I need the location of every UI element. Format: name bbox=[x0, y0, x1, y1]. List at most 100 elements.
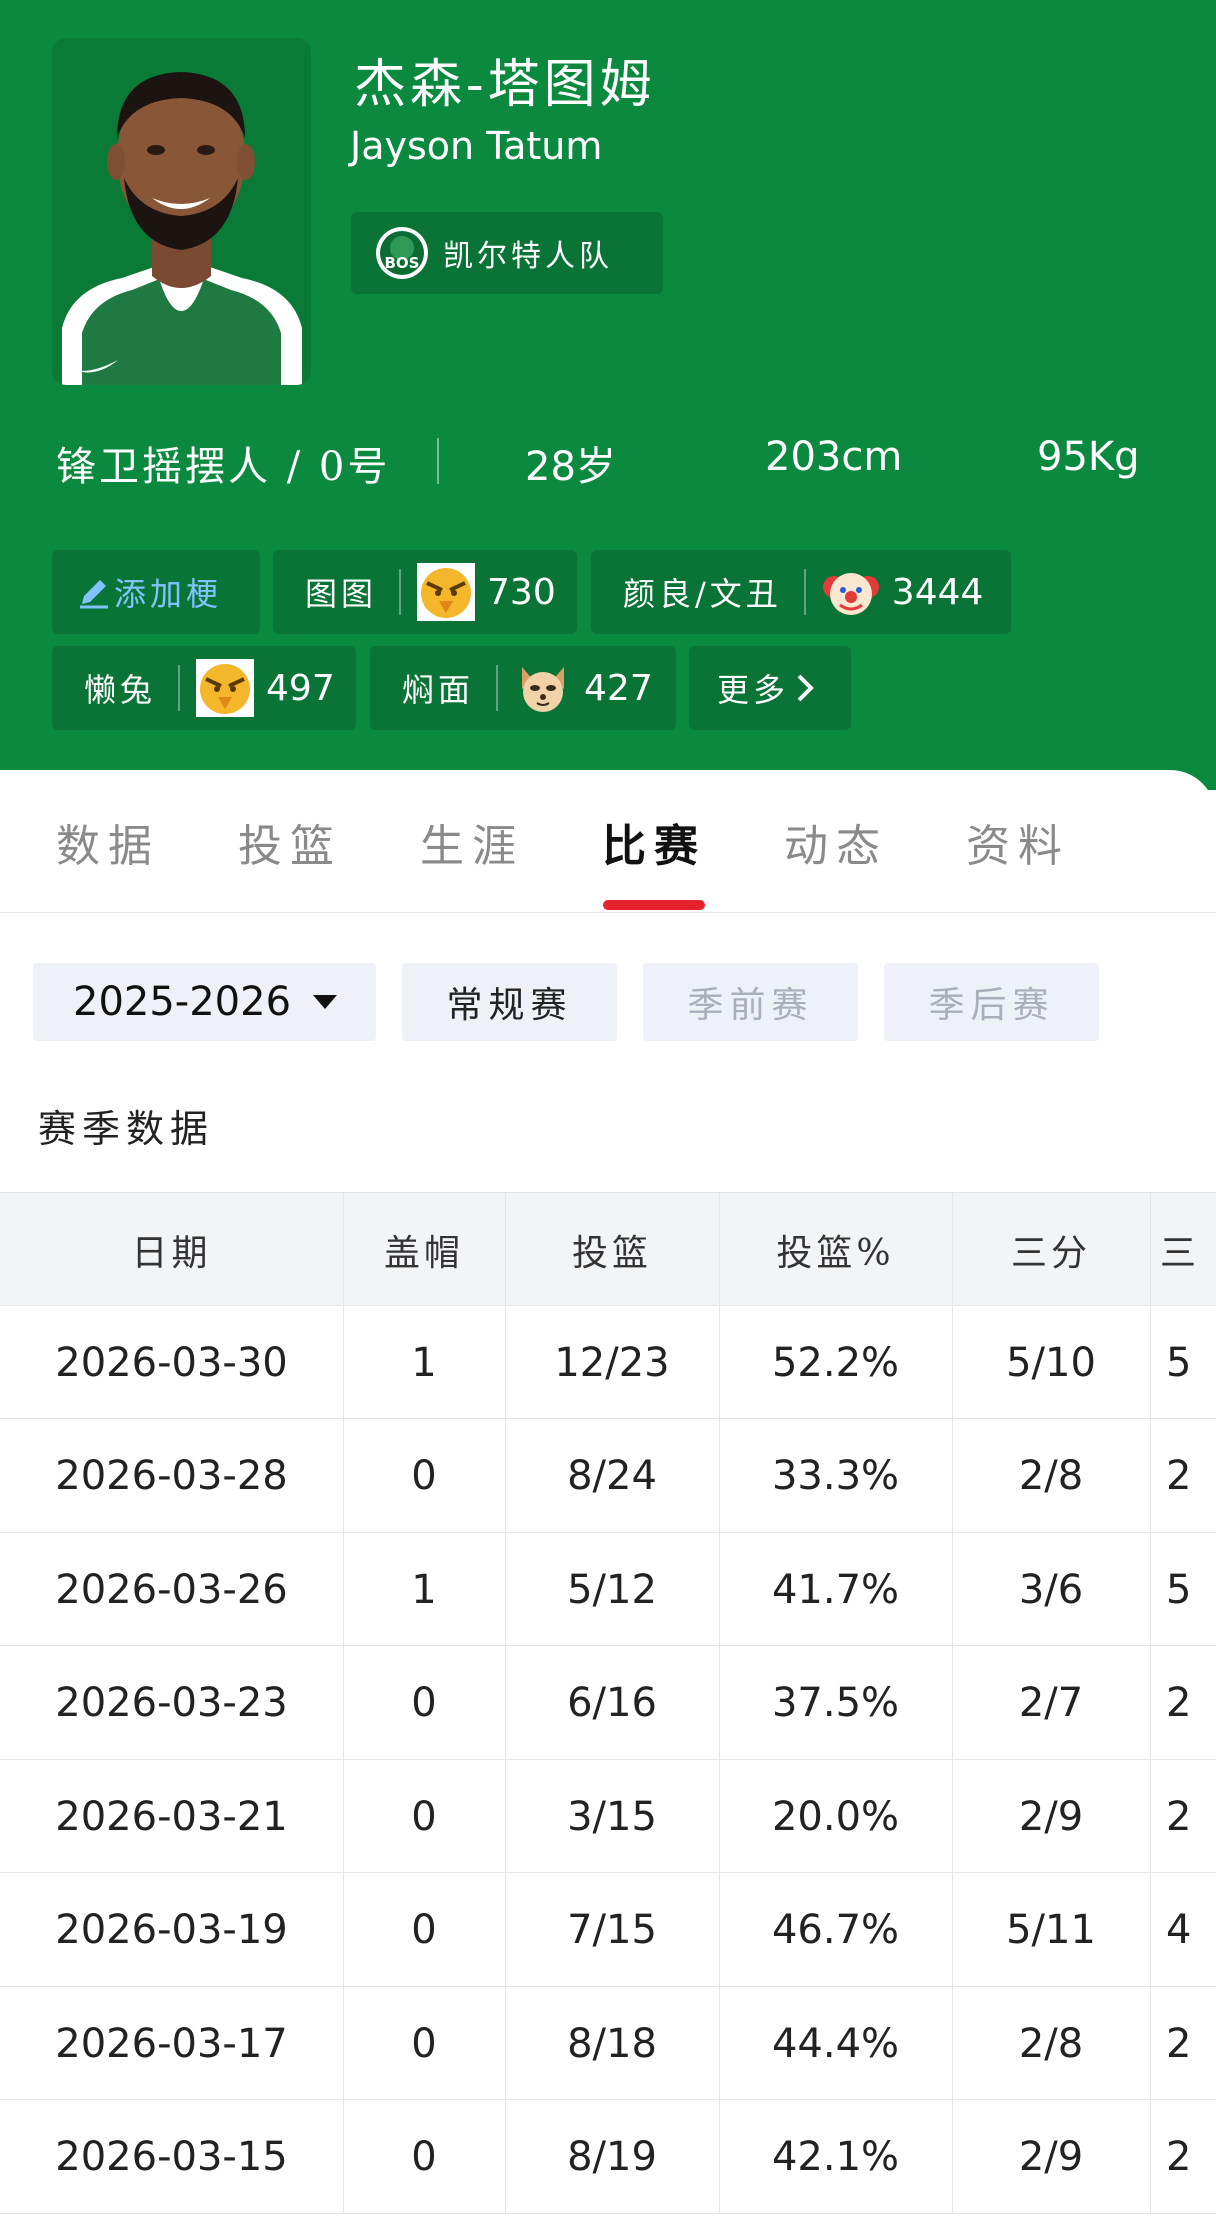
tag-divider bbox=[496, 665, 499, 711]
cell-3pt: 5/10 bbox=[1006, 1339, 1096, 1386]
bio-divider bbox=[437, 438, 439, 484]
section-title: 赛季数据 bbox=[38, 1107, 215, 1151]
tab-bar: 数据 投篮 生涯 比赛 动态 资料 bbox=[0, 782, 1216, 912]
nickname-label: 图图 bbox=[305, 575, 378, 613]
cell-fg: 8/19 bbox=[567, 2134, 657, 2180]
cell-fg-pct: 42.1% bbox=[771, 2134, 900, 2180]
nickname-count: 3444 bbox=[891, 571, 984, 613]
cell-fg-pct: 46.7% bbox=[771, 1907, 900, 1953]
table-row[interactable]: 2026-03-21 0 3/15 20.0% 2/9 2 bbox=[0, 1760, 1216, 1873]
nickname-tag[interactable]: 图图 730 bbox=[273, 550, 577, 634]
filter-regular-season[interactable]: 常规赛 bbox=[402, 963, 617, 1041]
cell-date: 2026-03-28 bbox=[55, 1453, 288, 1499]
nickname-count: 497 bbox=[266, 667, 335, 709]
column-divider bbox=[505, 1192, 506, 2214]
tab-data[interactable]: 数据 bbox=[56, 810, 160, 874]
filter-playoffs[interactable]: 季后赛 bbox=[884, 963, 1099, 1041]
cell-date: 2026-03-17 bbox=[55, 2020, 288, 2067]
cell-3pt-pct: 5 bbox=[1166, 1339, 1192, 1386]
cell-3pt-pct: 2 bbox=[1166, 1453, 1192, 1499]
player-age: 28岁 bbox=[525, 444, 616, 490]
nickname-tag[interactable]: 颜良/文丑 3444 bbox=[591, 550, 1011, 634]
caret-down-icon bbox=[313, 995, 338, 1009]
table-row[interactable]: 2026-03-17 0 8/18 44.4% 2/8 2 bbox=[0, 1987, 1216, 2100]
cell-fg-pct: 52.2% bbox=[771, 1339, 900, 1386]
header-col-fg-pct: 投篮% bbox=[776, 1233, 895, 1274]
filter-label: 季后赛 bbox=[928, 985, 1055, 1026]
cell-blocks: 0 bbox=[411, 1453, 437, 1499]
player-position-number: 锋卫摇摆人 / 0号 bbox=[56, 444, 391, 490]
table-row[interactable]: 2026-03-28 0 8/24 33.3% 2/8 2 bbox=[0, 1420, 1216, 1533]
filter-label: 季前赛 bbox=[687, 985, 814, 1026]
tab-shooting[interactable]: 投篮 bbox=[238, 810, 342, 874]
cell-blocks: 0 bbox=[411, 1680, 437, 1726]
nickname-label: 焖面 bbox=[402, 671, 475, 709]
cell-3pt-pct: 2 bbox=[1166, 1680, 1192, 1726]
tabs-divider bbox=[0, 912, 1216, 913]
cell-3pt: 2/8 bbox=[1018, 1453, 1084, 1499]
cell-blocks: 1 bbox=[411, 1566, 437, 1613]
season-value: 2025-2026 bbox=[73, 979, 292, 1025]
cell-fg-pct: 33.3% bbox=[771, 1453, 900, 1499]
more-label: 更多 bbox=[717, 671, 790, 709]
add-nickname-button[interactable]: 添加梗 bbox=[52, 550, 260, 634]
player-weight: 95Kg bbox=[1037, 434, 1140, 480]
active-tab-indicator bbox=[603, 900, 705, 910]
column-divider bbox=[952, 1192, 953, 2214]
cell-date: 2026-03-21 bbox=[55, 1793, 288, 1840]
nickname-tag[interactable]: 懒兔 497 bbox=[52, 646, 356, 730]
table-row[interactable]: 2026-03-23 0 6/16 37.5% 2/7 2 bbox=[0, 1647, 1216, 1760]
player-bio-row: 锋卫摇摆人 / 0号 28岁 203cm 95Kg bbox=[0, 428, 1216, 492]
player-height: 203cm bbox=[765, 434, 903, 480]
team-logo-icon: BOS bbox=[376, 227, 428, 279]
player-name-en: Jayson Tatum bbox=[350, 124, 603, 168]
cell-3pt-pct: 2 bbox=[1166, 2020, 1192, 2067]
cell-fg: 5/12 bbox=[567, 1566, 657, 1613]
filter-label: 常规赛 bbox=[446, 985, 573, 1026]
player-header: 杰森-塔图姆 Jayson Tatum BOS 凯尔特人队 锋卫摇摆人 / 0号… bbox=[0, 0, 1216, 790]
cell-3pt: 3/6 bbox=[1018, 1566, 1084, 1613]
cell-blocks: 1 bbox=[411, 1339, 437, 1386]
table-row[interactable]: 2026-03-15 0 8/19 42.1% 2/9 2 bbox=[0, 2101, 1216, 2214]
player-name-cn: 杰森-塔图姆 bbox=[354, 55, 656, 115]
column-divider bbox=[719, 1192, 720, 2214]
header-col-blocks: 盖帽 bbox=[383, 1233, 464, 1274]
team-chip[interactable]: BOS 凯尔特人队 bbox=[351, 212, 663, 294]
chevron-right-icon bbox=[797, 674, 814, 702]
cell-fg: 8/24 bbox=[567, 1453, 657, 1499]
tab-games[interactable]: 比赛 bbox=[602, 810, 706, 874]
nickname-count: 730 bbox=[487, 571, 556, 613]
cell-date: 2026-03-30 bbox=[55, 1339, 288, 1386]
cell-fg-pct: 44.4% bbox=[771, 2020, 900, 2067]
table-row[interactable]: 2026-03-30 1 12/23 52.2% 5/10 5 bbox=[0, 1306, 1216, 1419]
cell-fg-pct: 20.0% bbox=[771, 1793, 900, 1840]
dog-face-icon bbox=[522, 667, 565, 712]
cell-fg: 3/15 bbox=[567, 1793, 657, 1840]
season-select[interactable]: 2025-2026 bbox=[33, 963, 376, 1041]
cell-3pt: 2/7 bbox=[1018, 1680, 1084, 1726]
tab-career[interactable]: 生涯 bbox=[420, 810, 524, 874]
svg-text:BOS: BOS bbox=[385, 254, 420, 272]
nickname-label: 颜良/文丑 bbox=[623, 575, 782, 613]
tag-divider bbox=[399, 569, 402, 615]
cell-blocks: 0 bbox=[411, 1793, 437, 1840]
tab-feed[interactable]: 动态 bbox=[784, 810, 888, 874]
header-col-3pt-pct: 三 bbox=[1160, 1233, 1201, 1274]
cell-3pt: 5/11 bbox=[1006, 1907, 1096, 1953]
cell-3pt-pct: 2 bbox=[1166, 2134, 1192, 2180]
bird-face-icon bbox=[417, 563, 476, 621]
more-nicknames-button[interactable]: 更多 bbox=[689, 646, 851, 730]
cell-date: 2026-03-19 bbox=[55, 1907, 288, 1953]
cell-fg-pct: 37.5% bbox=[771, 1680, 900, 1726]
cell-fg-pct: 41.7% bbox=[771, 1566, 900, 1613]
table-row[interactable]: 2026-03-26 1 5/12 41.7% 3/6 5 bbox=[0, 1533, 1216, 1646]
cell-3pt: 2/9 bbox=[1018, 2134, 1084, 2180]
cell-3pt: 2/9 bbox=[1018, 1793, 1084, 1840]
filter-preseason[interactable]: 季前赛 bbox=[643, 963, 858, 1041]
tab-profile[interactable]: 资料 bbox=[966, 810, 1070, 874]
cell-3pt-pct: 4 bbox=[1166, 1907, 1192, 1953]
column-divider bbox=[343, 1192, 344, 2214]
table-row[interactable]: 2026-03-19 0 7/15 46.7% 5/11 4 bbox=[0, 1874, 1216, 1987]
player-photo bbox=[52, 38, 311, 385]
nickname-tag[interactable]: 焖面 427 bbox=[370, 646, 676, 730]
